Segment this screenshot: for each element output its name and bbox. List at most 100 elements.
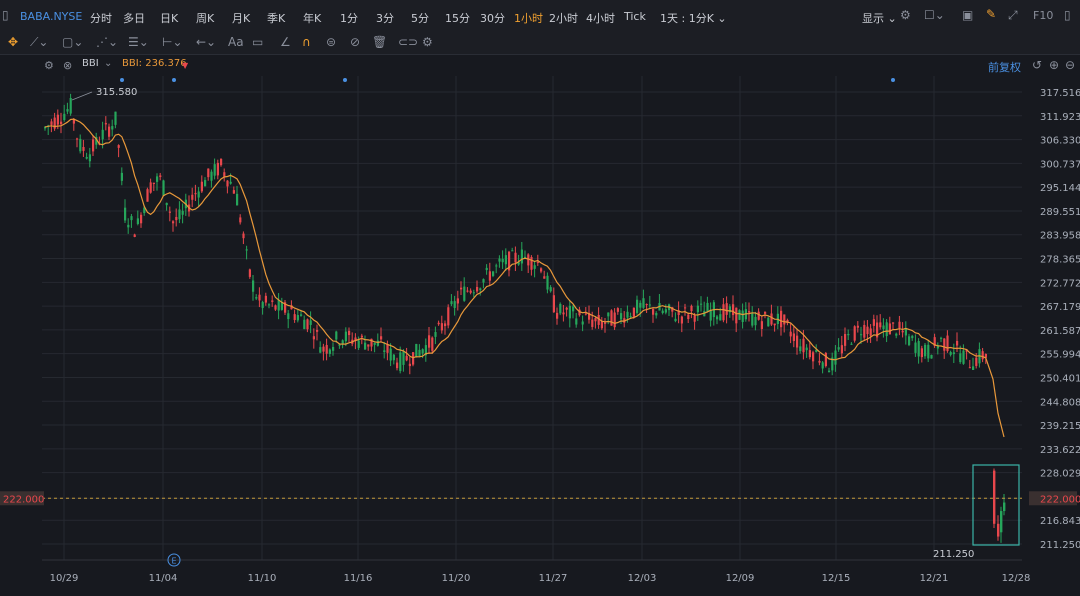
price-axis-label: 239.215: [1040, 421, 1080, 432]
candle-body: [412, 352, 415, 365]
candle-body: [92, 139, 95, 152]
candle-body: [850, 343, 853, 345]
candle-body: [287, 313, 290, 320]
price-axis-label: 278.365: [1040, 255, 1080, 266]
candle-body: [325, 345, 328, 354]
candle-body: [866, 326, 869, 335]
candle-body: [735, 307, 738, 324]
candle-body: [783, 314, 786, 325]
time-axis-label: 11/20: [442, 573, 471, 584]
candle-body: [639, 302, 642, 308]
candle-body: [168, 211, 171, 213]
candle-body: [562, 312, 565, 315]
candle-body: [232, 190, 235, 194]
candle-body: [1003, 502, 1006, 512]
candle-body: [194, 193, 197, 195]
candle-body: [620, 313, 623, 320]
candle-body: [469, 290, 472, 293]
candle-body: [636, 299, 639, 313]
candle-body: [690, 305, 693, 312]
candle-body: [274, 305, 277, 310]
candle-body: [79, 138, 82, 152]
candle-body: [463, 286, 466, 301]
candle-body: [130, 216, 133, 221]
candle-body: [600, 321, 603, 329]
candle-body: [399, 352, 402, 372]
event-dot: [172, 78, 176, 82]
candle-body: [748, 311, 751, 313]
candle-body: [940, 337, 943, 339]
candle-body: [780, 310, 783, 328]
plot-area: [42, 76, 1022, 560]
candle-body: [248, 269, 251, 277]
candle-body: [360, 335, 363, 338]
candle-body: [255, 297, 258, 299]
candle-body: [338, 344, 341, 346]
candle-body: [383, 350, 386, 352]
candle-body: [386, 344, 389, 353]
candle-body: [719, 314, 722, 321]
candle-body: [82, 147, 85, 151]
candle-body: [805, 347, 808, 351]
time-axis-label: 12/09: [726, 573, 755, 584]
candle-body: [450, 301, 453, 305]
candle-body: [732, 304, 735, 316]
price-axis-label: 317.516: [1040, 88, 1080, 99]
candle-body: [60, 121, 63, 125]
candle-body: [530, 257, 533, 270]
candle-body: [645, 304, 648, 306]
candle-body: [565, 307, 568, 310]
candle-body: [968, 367, 971, 369]
candle-body: [466, 290, 469, 292]
price-axis-label: 295.144: [1040, 183, 1080, 194]
time-axis-label: 12/03: [628, 573, 657, 584]
candle-body: [444, 323, 447, 327]
time-axis-label: 10/29: [50, 573, 79, 584]
price-axis-label: 289.551: [1040, 207, 1080, 218]
candle-body: [252, 280, 255, 292]
price-axis-label: 228.029: [1040, 469, 1080, 480]
candle-body: [642, 298, 645, 308]
candle-body: [50, 121, 53, 125]
candle-body: [792, 333, 795, 341]
candle-body: [296, 315, 299, 321]
candle-body: [69, 98, 72, 114]
price-axis-label: 261.587: [1040, 326, 1080, 337]
candlestick-chart[interactable]: 317.516 311.923 306.330 300.737 295.144 289.5…: [0, 0, 1080, 596]
time-axis-label: 12/21: [920, 573, 949, 584]
candle-body: [972, 366, 975, 370]
candle-body: [802, 338, 805, 353]
candle-body: [789, 331, 792, 337]
candle-body: [440, 323, 443, 331]
candle-body: [799, 346, 802, 352]
candle-body: [568, 305, 571, 319]
candle-body: [943, 338, 946, 351]
candle-body: [754, 316, 757, 326]
candle-body: [834, 350, 837, 365]
candle-body: [706, 302, 709, 312]
candle-body: [882, 325, 885, 329]
candle-body: [997, 523, 1000, 537]
time-axis-label: 12/15: [822, 573, 851, 584]
high-price-annotation: 315.580: [96, 87, 137, 98]
candle-body: [613, 312, 616, 328]
candle-body: [911, 335, 914, 339]
candle-body: [863, 324, 866, 338]
candle-body: [898, 321, 901, 329]
candle-body: [178, 209, 181, 220]
candle-body: [159, 175, 162, 177]
candle-body: [853, 326, 856, 341]
candle-body: [261, 302, 264, 308]
candle-body: [610, 310, 613, 326]
candle-body: [696, 305, 699, 313]
candle-body: [492, 271, 495, 276]
candle-body: [197, 191, 200, 198]
candle-body: [114, 111, 117, 125]
candle-body: [479, 288, 482, 291]
candle-body: [1000, 511, 1003, 533]
candle-body: [316, 329, 319, 332]
candle-body: [607, 312, 610, 317]
candle-body: [888, 323, 891, 335]
candle-body: [520, 249, 523, 264]
candle-body: [632, 307, 635, 317]
